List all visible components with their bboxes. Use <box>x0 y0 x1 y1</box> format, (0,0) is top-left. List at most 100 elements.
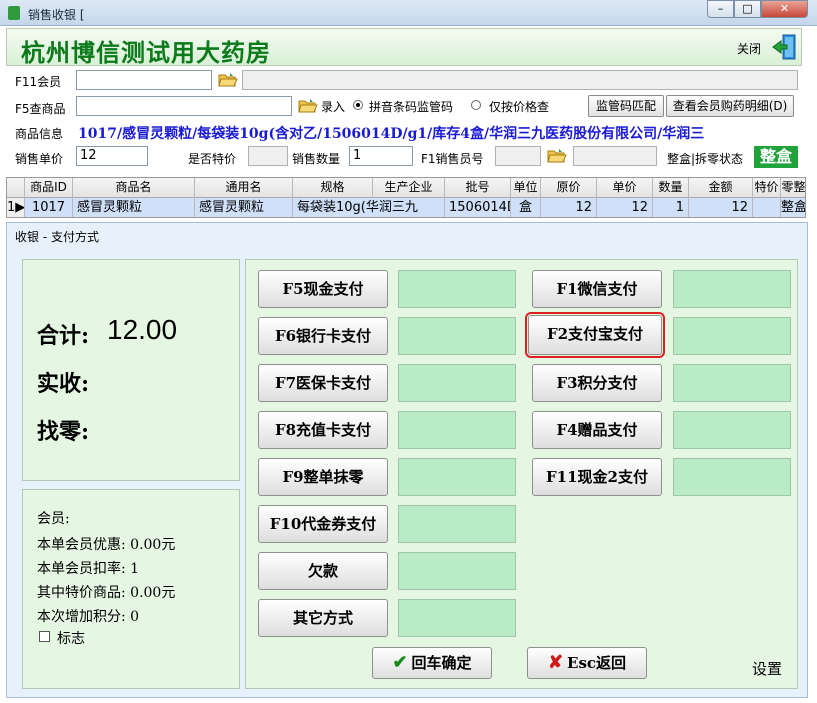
column-header: 规格 <box>293 178 373 198</box>
store-name: 杭州博信测试用大药房 <box>21 38 271 67</box>
seller-name-display <box>573 146 657 166</box>
wechat-pay-amount[interactable] <box>673 270 791 308</box>
column-header: 商品名 <box>73 178 195 198</box>
search-input[interactable] <box>76 96 292 116</box>
supervise-code-match-button[interactable]: 监管码匹配 <box>588 95 664 117</box>
member-panel: 会员: 本单会员优惠: 0.00元 本单会员扣率: 1 其中特价商品: 0.00… <box>22 489 240 689</box>
flag-label[interactable]: 标志 <box>57 628 85 648</box>
column-header: 商品ID <box>25 178 73 198</box>
confirm-label: 回车确定 <box>411 654 472 672</box>
member-title: 会员: <box>37 511 70 527</box>
credit-amount[interactable] <box>398 552 516 590</box>
member-info-display <box>242 70 798 90</box>
alipay-pay-button[interactable]: F2支付宝支付 <box>525 312 665 358</box>
column-header: 单价 <box>597 178 653 198</box>
search-label: F5查商品 <box>15 102 66 116</box>
medical-card-pay-amount[interactable] <box>398 364 516 402</box>
points-pay-amount[interactable] <box>673 364 791 402</box>
table-cell: 1506014D <box>445 198 511 217</box>
column-header: 数量 <box>653 178 689 198</box>
radio-price-label[interactable]: 仅按价格查 <box>489 98 549 115</box>
credit-button[interactable]: 欠款 <box>258 552 388 590</box>
cash2-pay-amount[interactable] <box>673 458 791 496</box>
column-header: 批号 <box>445 178 511 198</box>
maximize-button[interactable]: □ <box>734 0 761 18</box>
member-purchase-detail-button[interactable]: 查看会员购药明细(D) <box>666 95 794 117</box>
qty-input[interactable]: 1 <box>349 146 413 166</box>
cash-pay-amount[interactable] <box>398 270 516 308</box>
gift-pay-button[interactable]: F4赠品支付 <box>532 411 662 449</box>
cash2-pay-button[interactable]: F11现金2支付 <box>532 458 662 496</box>
special-price-display <box>248 146 288 166</box>
special-price-label: 是否特价 <box>188 152 237 166</box>
cash-pay-button[interactable]: F5现金支付 <box>258 270 388 308</box>
exit-door-icon[interactable] <box>771 33 797 61</box>
gift-pay-amount[interactable] <box>673 411 791 449</box>
totals-panel: 合计: 12.00 实收: 找零: <box>22 259 240 481</box>
window-close-button[interactable]: ✕ <box>761 0 808 18</box>
column-header: 金额 <box>689 178 753 198</box>
folder-open-icon[interactable] <box>547 148 567 164</box>
qty-label: 销售数量 <box>292 152 341 166</box>
voucher-pay-amount[interactable] <box>398 505 516 543</box>
folder-open-icon[interactable] <box>218 72 238 88</box>
box-status-badge[interactable]: 整盒 <box>754 146 798 168</box>
special-goods: 其中特价商品: 0.00元 <box>37 585 176 601</box>
entry-label: 录入 <box>321 100 346 114</box>
seller-input[interactable] <box>495 146 541 166</box>
product-info-label: 商品信息 <box>15 127 64 141</box>
table-cell: 12 <box>689 198 753 217</box>
table-cell: 12 <box>597 198 653 217</box>
radio-pinyin-label[interactable]: 拼音条码监管码 <box>369 98 453 115</box>
column-header: 特价 <box>753 178 781 198</box>
other-pay-button[interactable]: 其它方式 <box>258 599 388 637</box>
close-label[interactable]: 关闭 <box>737 40 761 57</box>
table-cell: 每袋装10g(华润三九 <box>293 198 445 217</box>
table-cell: 感冒灵颗粒 <box>73 198 195 217</box>
seller-label: F1销售员号 <box>421 152 484 166</box>
window-title: 销售收银 [ <box>28 8 85 22</box>
confirm-button[interactable]: ✔ 回车确定 <box>372 647 492 679</box>
round-off-amount[interactable] <box>398 458 516 496</box>
other-pay-amount[interactable] <box>398 599 516 637</box>
voucher-pay-button[interactable]: F10代金券支付 <box>258 505 388 543</box>
sales-table: 商品ID 商品名 通用名 规格 生产企业 批号 单位 原价 单价 数量 金额 特… <box>6 177 806 218</box>
wechat-pay-button[interactable]: F1微信支付 <box>532 270 662 308</box>
folder-open-icon[interactable] <box>298 98 318 114</box>
window-titlebar: 销售收银 [ – □ ✕ <box>0 0 817 26</box>
points-added: 本次增加积分: 0 <box>37 609 140 625</box>
member-rate: 本单会员扣率: 1 <box>37 561 140 577</box>
radio-price-only[interactable] <box>471 100 481 110</box>
stored-card-pay-amount[interactable] <box>398 411 516 449</box>
member-discount: 本单会员优惠: 0.00元 <box>37 537 176 553</box>
points-pay-button[interactable]: F3积分支付 <box>532 364 662 402</box>
bank-card-pay-amount[interactable] <box>398 317 516 355</box>
radio-pinyin[interactable] <box>353 100 363 110</box>
column-header: 生产企业 <box>373 178 445 198</box>
settings-link[interactable]: 设置 <box>752 658 782 679</box>
bank-card-pay-button[interactable]: F6银行卡支付 <box>258 317 388 355</box>
store-header: 杭州博信测试用大药房 关闭 <box>6 28 802 67</box>
unit-price-input[interactable]: 12 <box>76 146 148 166</box>
member-input[interactable] <box>76 70 212 90</box>
flag-checkbox[interactable] <box>39 631 50 642</box>
stored-card-pay-button[interactable]: F8充值卡支付 <box>258 411 388 449</box>
received-label: 实收: <box>37 371 90 397</box>
table-cell: 12 <box>541 198 597 217</box>
change-label: 找零: <box>37 419 90 445</box>
table-row[interactable]: 1▶ 1017 感冒灵颗粒 感冒灵颗粒 每袋装10g(华润三九 1506014D… <box>7 198 805 217</box>
alipay-pay-amount[interactable] <box>673 317 791 355</box>
medical-card-pay-button[interactable]: F7医保卡支付 <box>258 364 388 402</box>
back-button[interactable]: ✘ Esc返回 <box>527 647 647 679</box>
table-header: 商品ID 商品名 通用名 规格 生产企业 批号 单位 原价 单价 数量 金额 特… <box>7 178 805 198</box>
unit-price-label: 销售单价 <box>15 152 64 166</box>
box-status-label: 整盒|拆零状态 <box>667 152 744 166</box>
minimize-button[interactable]: – <box>707 0 734 18</box>
table-cell: 感冒灵颗粒 <box>195 198 293 217</box>
round-off-button[interactable]: F9整单抹零 <box>258 458 388 496</box>
total-value: 12.00 <box>107 314 178 345</box>
total-label: 合计: <box>37 323 90 349</box>
cross-icon: ✘ <box>547 652 564 673</box>
column-header <box>7 178 25 198</box>
payment-dialog: 收银 - 支付方式 合计: 12.00 实收: 找零: 会员: 本单会员优惠: … <box>6 222 808 698</box>
